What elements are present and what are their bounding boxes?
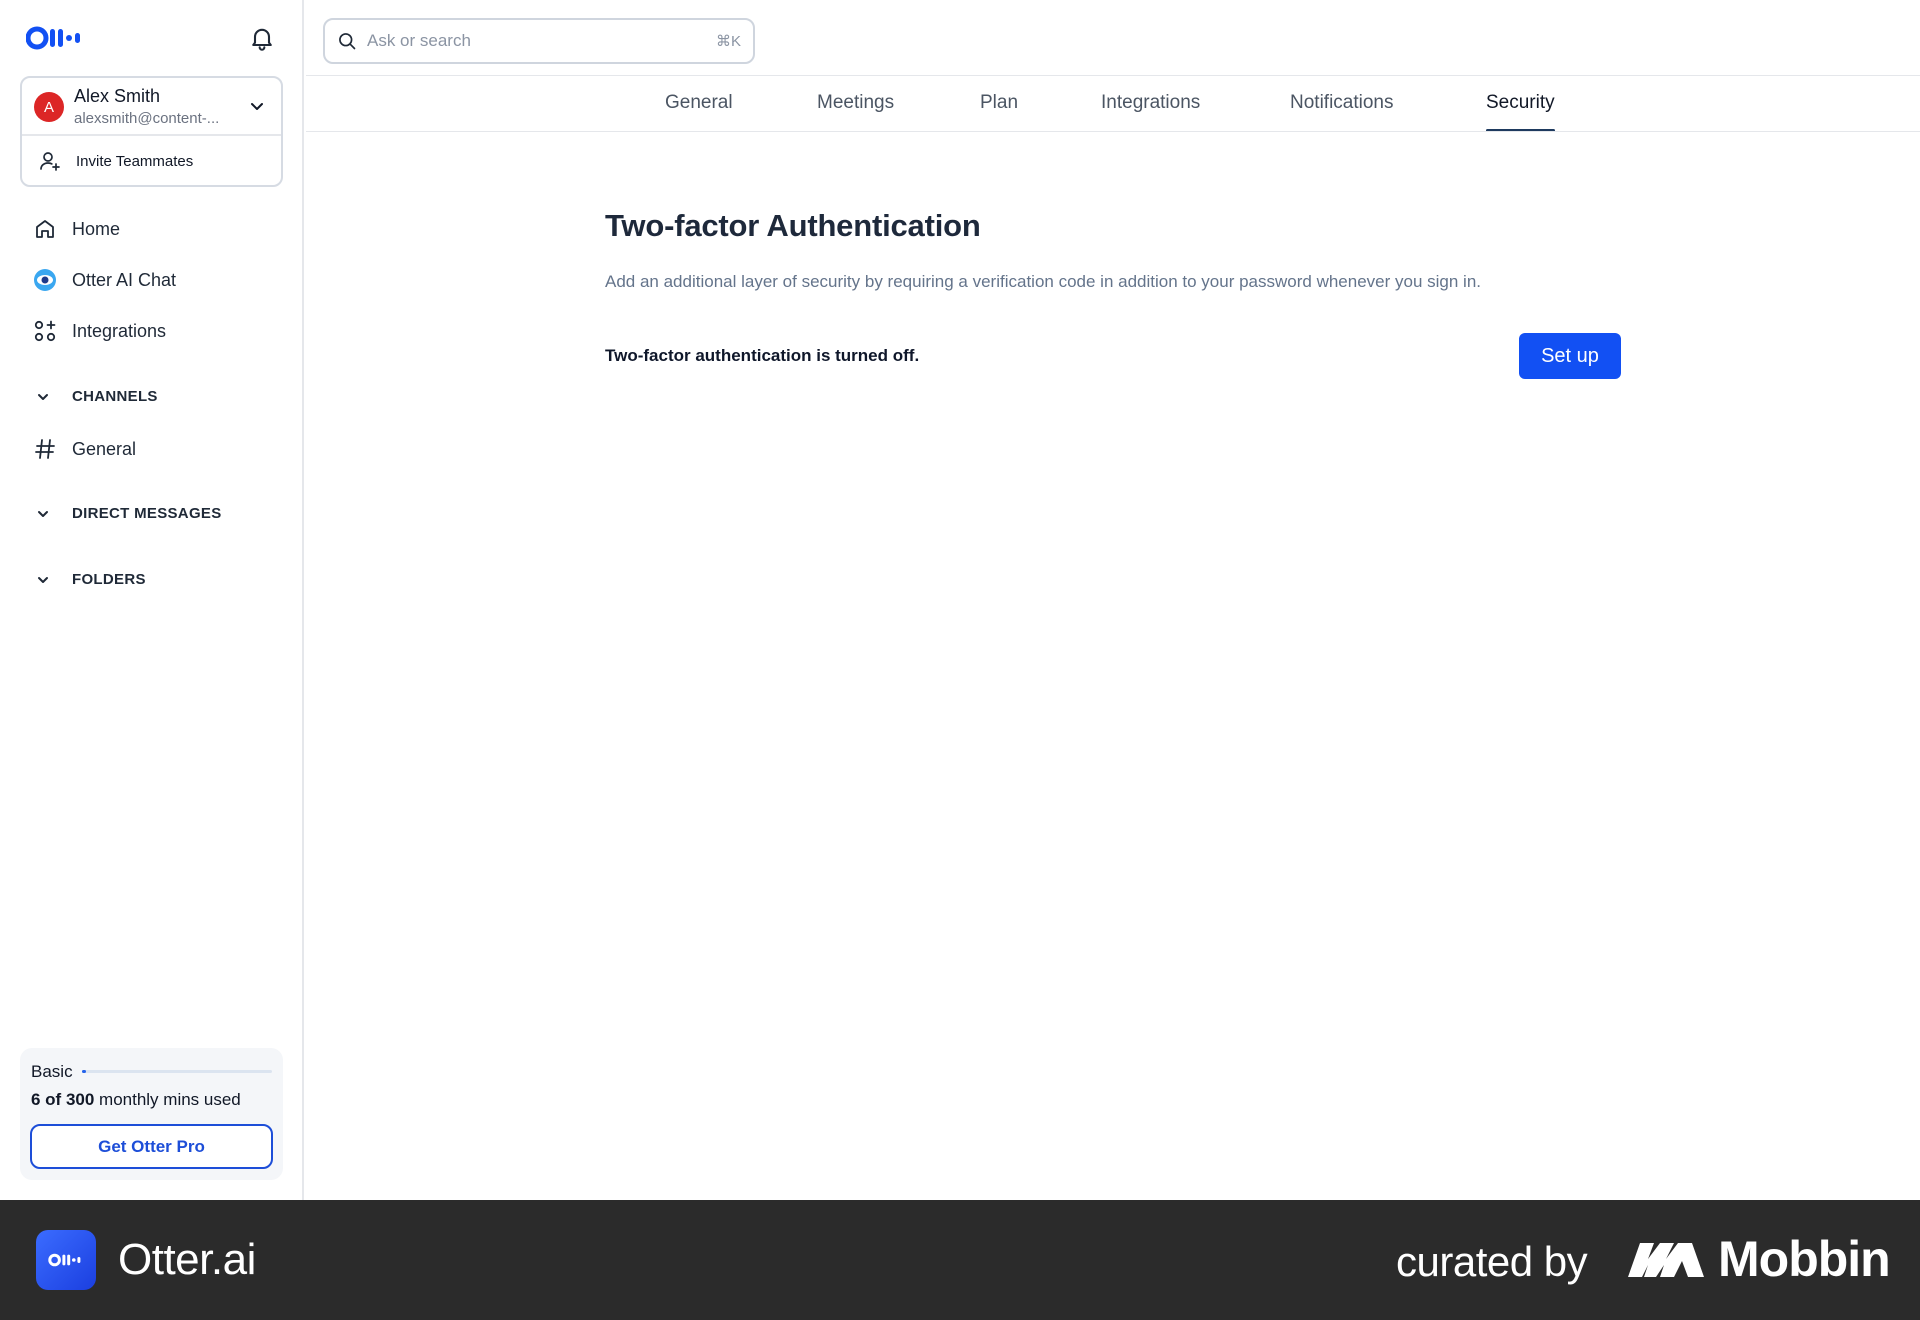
otter-app-logo-icon [36,1230,96,1290]
folders-section-toggle[interactable]: FOLDERS [36,571,146,588]
tab-security[interactable]: Security [1486,92,1555,132]
mobbin-logo: Mobbin [1626,1230,1891,1288]
footer-curated-by: curated by [1396,1238,1588,1285]
plan-name: Basic [31,1062,73,1081]
sidebar-item-channel-general[interactable]: General [32,436,136,462]
otter-logo[interactable] [26,26,86,50]
mobbin-logo-icon [1628,1243,1704,1277]
sidebar: A Alex Smith alexsmith@content-... Invit… [0,0,304,1200]
sidebar-item-otter-ai-chat[interactable]: Otter AI Chat [32,267,176,293]
sidebar-item-label: Integrations [72,320,167,341]
get-otter-pro-button[interactable]: Get Otter Pro [30,1124,273,1169]
usage-progress-bar [82,1070,272,1073]
otter-ai-chat-icon [32,267,58,293]
plan-usage-card: Basic 6 of 300 monthly mins used Get Ott… [20,1048,283,1180]
usage-progress-fill [82,1070,86,1073]
section-label-direct-messages: DIRECT MESSAGES [72,505,222,522]
chevron-down-icon [38,393,48,400]
search-input[interactable] [367,31,697,51]
tab-meetings[interactable]: Meetings [817,92,894,132]
section-label-channels: CHANNELS [72,388,158,405]
tab-notifications[interactable]: Notifications [1290,92,1394,132]
sidebar-item-home[interactable]: Home [32,216,120,242]
chevron-down-icon [38,576,48,583]
otter-logo-icon [26,26,80,50]
sidebar-item-label: General [72,438,137,459]
chevron-down-icon [38,510,48,517]
tab-general[interactable]: General [665,92,733,132]
page-title: Two-factor Authentication [605,208,981,243]
sidebar-item-integrations[interactable]: Integrations [32,318,166,344]
tab-integrations[interactable]: Integrations [1101,92,1200,132]
two-factor-status: Two-factor authentication is turned off. [605,346,920,365]
two-factor-description: Add an additional layer of security by r… [605,272,1481,291]
header-divider [306,75,1920,76]
invite-teammates-label: Invite Teammates [76,152,194,170]
search-bar[interactable]: ⌘K [323,18,755,64]
settings-tabs: General Meetings Plan Integrations Notif… [0,92,1920,132]
plan-usage-suffix: monthly mins used [94,1090,241,1109]
invite-teammates-button[interactable]: Invite Teammates [22,136,281,186]
direct-messages-section-toggle[interactable]: DIRECT MESSAGES [36,505,222,522]
integrations-icon [32,318,58,344]
footer-brand-name: Mobbin [1718,1231,1891,1287]
sidebar-item-label: Otter AI Chat [72,269,177,290]
home-icon [32,216,58,242]
footer-banner: Otter.ai curated by Mobbin [0,1200,1920,1320]
plan-usage-count: 6 of 300 [31,1090,95,1109]
tabs-divider [306,131,1920,132]
plan-usage-text: 6 of 300 monthly mins used [31,1090,241,1110]
channels-section-toggle[interactable]: CHANNELS [36,388,158,405]
tab-plan[interactable]: Plan [980,92,1018,132]
add-user-icon [40,152,60,171]
notifications-bell-icon[interactable] [248,24,276,52]
search-shortcut-hint: ⌘K [715,33,741,50]
section-label-folders: FOLDERS [72,571,146,588]
search-icon [339,33,356,50]
setup-two-factor-button[interactable]: Set up [1519,333,1621,379]
footer-app-name: Otter.ai [118,1235,256,1284]
hash-icon [32,436,58,462]
sidebar-item-label: Home [72,218,121,239]
